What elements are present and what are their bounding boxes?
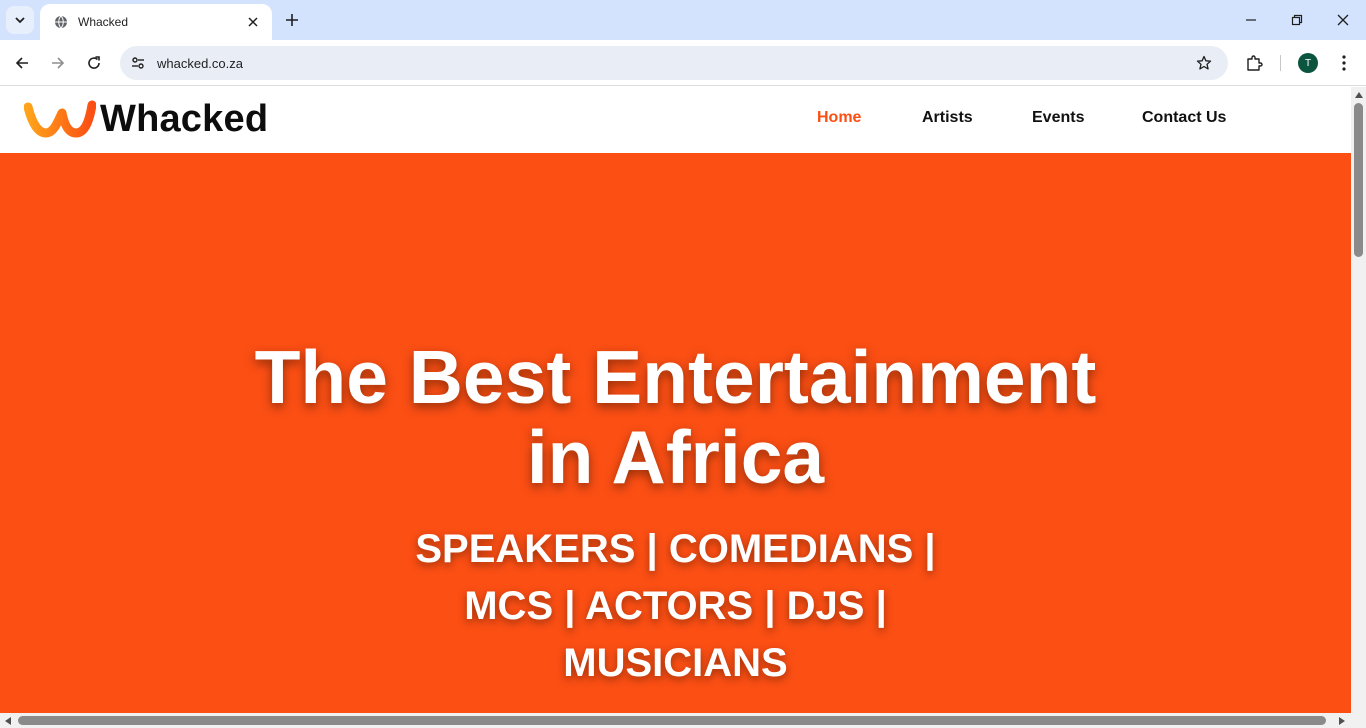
hero-subtitle-line-1: SPEAKERS | COMEDIANS | <box>415 527 936 571</box>
tab-title: Whacked <box>78 15 129 29</box>
nav-events[interactable]: Events <box>1032 109 1084 127</box>
minimize-icon <box>1246 19 1256 21</box>
back-icon <box>15 57 28 69</box>
close-window-button[interactable] <box>1325 6 1361 34</box>
url-text[interactable]: whacked.co.za <box>157 56 1190 71</box>
site-header: Whacked Home Artists Events Contact Us <box>0 87 1351 153</box>
profile-avatar[interactable]: T <box>1298 53 1318 73</box>
reload-button[interactable] <box>80 49 108 77</box>
reload-icon <box>88 56 100 69</box>
restore-button[interactable] <box>1279 6 1315 34</box>
hero-subtitle: SPEAKERS | COMEDIANS | MCS | ACTORS | DJ… <box>0 521 1351 692</box>
hero-subtitle-line-3: MUSICIANS <box>563 641 788 685</box>
toolbar-divider <box>1280 55 1281 71</box>
close-icon <box>1337 14 1349 26</box>
logo-mark-icon <box>24 100 96 138</box>
nav-home[interactable]: Home <box>817 109 861 127</box>
browser-toolbar: whacked.co.za <box>0 40 1366 86</box>
hero-subtitle-line-2: MCS | ACTORS | DJS | <box>464 584 887 628</box>
minimize-button[interactable] <box>1233 6 1269 34</box>
address-bar[interactable]: whacked.co.za <box>120 46 1228 80</box>
tab-search-button[interactable] <box>6 6 34 34</box>
globe-icon <box>55 15 67 29</box>
vertical-scroll-thumb[interactable] <box>1354 103 1363 257</box>
site-logo[interactable]: Whacked <box>24 99 268 139</box>
new-tab-button[interactable] <box>280 8 304 32</box>
triangle-up-icon <box>1354 92 1363 98</box>
tab-strip: Whacked <box>0 0 1366 40</box>
tab-close-button[interactable] <box>244 13 262 31</box>
forward-button[interactable] <box>44 49 72 77</box>
scroll-right-button[interactable] <box>1336 714 1348 727</box>
site-settings-icon <box>132 57 144 69</box>
scroll-up-button[interactable] <box>1351 89 1366 101</box>
hero-title: The Best Entertainment in Africa <box>0 337 1351 497</box>
extensions-button[interactable] <box>1240 49 1268 77</box>
back-button[interactable] <box>8 49 36 77</box>
plus-icon <box>286 14 298 26</box>
bookmark-button[interactable] <box>1190 49 1218 77</box>
browser-menu-button[interactable] <box>1330 49 1358 77</box>
hero-title-line-2: in Africa <box>526 415 825 499</box>
chevron-down-icon <box>15 17 25 24</box>
forward-icon <box>52 57 65 69</box>
horizontal-scrollbar[interactable] <box>0 713 1366 728</box>
hero-banner: The Best Entertainment in Africa SPEAKER… <box>0 153 1351 713</box>
scroll-left-button[interactable] <box>2 714 14 727</box>
extensions-icon <box>1247 55 1263 71</box>
nav-artists[interactable]: Artists <box>922 109 973 127</box>
star-icon <box>1196 55 1212 70</box>
nav-contact-us[interactable]: Contact Us <box>1142 109 1226 127</box>
page-viewport: Whacked Home Artists Events Contact Us T… <box>0 87 1351 713</box>
triangle-right-icon <box>1339 716 1345 725</box>
more-vert-icon <box>1342 55 1346 71</box>
site-settings-button[interactable] <box>124 49 152 77</box>
triangle-left-icon <box>5 716 11 725</box>
logo-text: Whacked <box>100 98 269 140</box>
hero-title-line-1: The Best Entertainment <box>254 335 1097 419</box>
browser-tab[interactable]: Whacked <box>40 4 272 40</box>
close-icon <box>248 17 258 27</box>
horizontal-scroll-thumb[interactable] <box>18 716 1326 725</box>
restore-icon <box>1291 14 1303 26</box>
vertical-scrollbar[interactable] <box>1351 87 1366 713</box>
